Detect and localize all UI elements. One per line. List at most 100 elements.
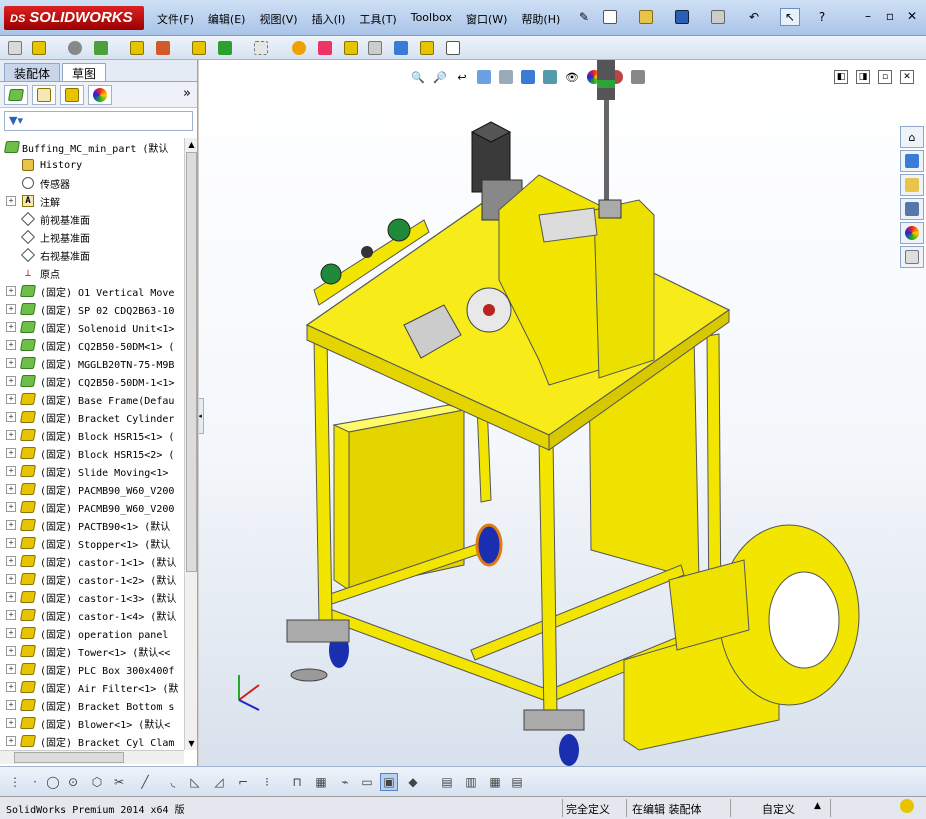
expand-toggle-icon[interactable]: + (6, 322, 16, 332)
tab-sketch[interactable]: 草图 (62, 63, 107, 81)
expand-toggle-icon[interactable]: + (6, 286, 16, 296)
polygon-icon[interactable]: ⬡ (88, 773, 106, 791)
show-hidden-icon[interactable] (190, 39, 208, 57)
tree-item[interactable]: + A 注解 (0, 192, 184, 210)
tree-hscroll-thumb[interactable] (14, 752, 124, 763)
offset-icon[interactable]: ◿ (210, 773, 228, 791)
new-document-icon[interactable] (600, 8, 620, 26)
menu-view[interactable]: 视图(V) (252, 9, 304, 29)
line-icon[interactable]: ╱ (136, 773, 154, 791)
tree-item[interactable]: ⊥ 原点 (0, 264, 184, 282)
tree-root[interactable]: Buffing_MC_min_part (默认 (0, 138, 184, 156)
expand-toggle-icon[interactable]: + (6, 592, 16, 602)
expand-toggle-icon[interactable]: + (6, 646, 16, 656)
expand-toggle-icon[interactable]: + (6, 394, 16, 404)
expand-toggle-icon[interactable]: + (6, 700, 16, 710)
minimize-icon[interactable]: – (860, 8, 876, 24)
expand-toggle-icon[interactable]: + (6, 430, 16, 440)
tree-item[interactable]: 上视基准面 (0, 228, 184, 246)
tree-item[interactable]: + (固定) castor-1<4> (默认 (0, 606, 184, 624)
assembly-tool-icon[interactable] (6, 39, 24, 57)
tree-item[interactable]: + (固定) Blower<1> (默认< (0, 714, 184, 732)
tree-item[interactable]: + (固定) Block HSR15<1> ( (0, 426, 184, 444)
expand-toggle-icon[interactable]: + (6, 682, 16, 692)
tree-item[interactable]: + (固定) Tower<1> (默认<< (0, 642, 184, 660)
expand-toggle-icon[interactable]: + (6, 412, 16, 422)
tree-item[interactable]: + (固定) PACMB90_W60_V200 (0, 480, 184, 498)
tree-item[interactable]: + (固定) Base Frame(Defau (0, 390, 184, 408)
clearance-verification-icon[interactable] (418, 39, 436, 57)
tree-item[interactable]: + (固定) castor-1<2> (默认 (0, 570, 184, 588)
select-cursor-icon[interactable]: ↖ (780, 8, 800, 26)
undo-icon[interactable]: ↶ (744, 8, 764, 26)
expand-toggle-icon[interactable]: + (6, 736, 16, 746)
scroll-up-icon[interactable]: ▲ (185, 138, 198, 151)
tree-item[interactable]: + (固定) castor-1<1> (默认 (0, 552, 184, 570)
instant3d-bottom-icon[interactable]: ▤ (438, 773, 456, 791)
mate-icon[interactable] (66, 39, 84, 57)
table-icon[interactable]: ▦ (486, 773, 504, 791)
print-icon[interactable] (708, 8, 728, 26)
menu-edit[interactable]: 编辑(E) (201, 9, 253, 29)
tree-item[interactable]: + (固定) Stopper<1> (默认 (0, 534, 184, 552)
solidworks-logo[interactable]: DS SOLIDWORKS (4, 6, 144, 30)
tree-item[interactable]: 右视基准面 (0, 246, 184, 264)
expand-toggle-icon[interactable]: + (6, 556, 16, 566)
tree-item[interactable]: 前视基准面 (0, 210, 184, 228)
tab-assembly[interactable]: 装配体 (4, 63, 61, 81)
chamfer-icon[interactable]: ◺ (186, 773, 204, 791)
save-icon[interactable] (672, 8, 692, 26)
expand-toggle-icon[interactable]: + (6, 196, 16, 206)
bom-table-icon[interactable]: ▤ (508, 773, 526, 791)
reference-geometry-icon[interactable] (252, 39, 270, 57)
expand-toggle-icon[interactable]: + (6, 304, 16, 314)
tree-filter-input[interactable]: ▼▾ (4, 111, 193, 131)
fillet-icon[interactable]: ◟ (164, 773, 182, 791)
tree-item[interactable]: + (固定) CQ2B50-50DM<1> ( (0, 336, 184, 354)
menu-insert[interactable]: 插入(I) (305, 9, 353, 29)
tree-item[interactable]: + (固定) Block HSR15<2> ( (0, 444, 184, 462)
move-component-icon[interactable] (154, 39, 172, 57)
tree-item[interactable]: + (固定) Bracket Cylinder (0, 408, 184, 426)
assembly-features-icon[interactable] (216, 39, 234, 57)
view-cube-icon[interactable]: ▣ (380, 773, 398, 791)
3d-sketch-icon[interactable]: ⌁ (336, 773, 354, 791)
rebuild-icon[interactable] (900, 799, 914, 816)
display-manager-icon[interactable] (88, 84, 112, 105)
expand-toggle-icon[interactable]: + (6, 376, 16, 386)
interference-detection-icon[interactable] (392, 39, 410, 57)
point-icon[interactable]: · (26, 773, 44, 791)
help-icon[interactable]: ? (812, 8, 832, 26)
property-manager-icon[interactable] (32, 84, 56, 105)
menu-help[interactable]: 帮助(H) (514, 9, 567, 29)
expand-toggle-icon[interactable]: + (6, 664, 16, 674)
tree-item[interactable]: + (固定) Bracket Cyl Clam (0, 732, 184, 750)
menu-file[interactable]: 文件(F) (150, 9, 201, 29)
unit-system[interactable]: 自定义 (762, 801, 795, 817)
tree-item[interactable]: + (固定) SP 02 CDQ2B63-10 (0, 300, 184, 318)
tree-item[interactable]: + (固定) PACTB90<1> (默认 (0, 516, 184, 534)
expand-toggle-icon[interactable]: + (6, 574, 16, 584)
tree-item[interactable]: + (固定) PLC Box 300x400f (0, 660, 184, 678)
expand-toggle-icon[interactable]: + (6, 628, 16, 638)
tree-scroll-thumb[interactable] (186, 152, 197, 572)
configuration-manager-icon[interactable] (60, 84, 84, 105)
corner-rectangle-icon[interactable]: ⌐ (234, 773, 252, 791)
tree-item[interactable]: + (固定) operation panel (0, 624, 184, 642)
grid-icon[interactable]: ▦ (312, 773, 330, 791)
tree-item[interactable]: + (固定) castor-1<3> (默认 (0, 588, 184, 606)
trim-icon[interactable]: ✂ (110, 773, 128, 791)
view-orientation-dropdown-icon[interactable]: ◆ (404, 773, 422, 791)
circle-icon[interactable]: ◯ (44, 773, 62, 791)
tree-item[interactable]: + (固定) Solenoid Unit<1> (0, 318, 184, 336)
tree-item[interactable]: + (固定) CQ2B50-50DM-1<1> (0, 372, 184, 390)
expand-toggle-icon[interactable]: + (6, 484, 16, 494)
smart-fasteners-icon[interactable] (128, 39, 146, 57)
explode-line-sketch-icon[interactable] (366, 39, 384, 57)
tree-item[interactable]: + (固定) Slide Moving<1> (0, 462, 184, 480)
expand-toggle-icon[interactable]: + (6, 340, 16, 350)
menu-toolbox[interactable]: Toolbox (404, 9, 459, 29)
expand-tabs-icon[interactable]: » (183, 86, 191, 101)
unit-dropdown-icon[interactable]: ▲ (814, 801, 821, 811)
assembly-model[interactable] (199, 60, 926, 766)
